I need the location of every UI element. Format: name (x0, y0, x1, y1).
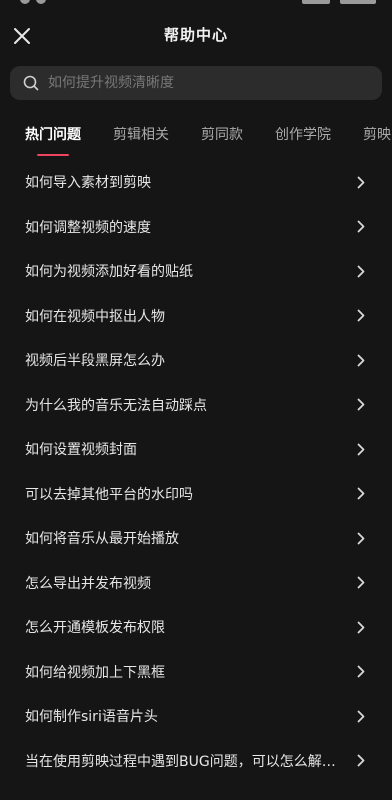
faq-item[interactable]: 如何将音乐从最开始播放 (0, 516, 392, 561)
faq-item[interactable]: 当在使用剪映过程中遇到BUG问题，可以怎么解决？ (0, 739, 392, 784)
chevron-right-icon (356, 442, 366, 456)
faq-item[interactable]: 怎么导出并发布视频 (0, 561, 392, 606)
search-input[interactable] (48, 75, 372, 91)
chevron-right-icon (356, 398, 366, 412)
faq-label: 视频后半段黑屏怎么办 (25, 353, 165, 370)
faq-item[interactable]: 为什么我的音乐无法自动踩点 (0, 383, 392, 428)
faq-label: 如何制作siri语音片头 (25, 709, 158, 726)
faq-label: 如何给视频加上下黑框 (25, 664, 165, 681)
chevron-right-icon (356, 620, 366, 634)
search-icon (22, 74, 40, 92)
status-bar (0, 0, 392, 8)
tab-templates[interactable]: 剪同款 (201, 124, 243, 144)
search-box[interactable] (10, 66, 382, 100)
chevron-right-icon (356, 220, 366, 234)
chevron-right-icon (356, 353, 366, 367)
faq-item[interactable]: 如何导入素材到剪映 (0, 160, 392, 205)
status-icon (36, 0, 46, 4)
active-tab-indicator (37, 154, 69, 156)
faq-label: 如何导入素材到剪映 (25, 175, 151, 192)
faq-item[interactable]: 可以去掉其他平台的水印吗 (0, 472, 392, 517)
faq-item[interactable]: 如何给视频加上下黑框 (0, 650, 392, 695)
faq-item[interactable]: 如何制作siri语音片头 (0, 694, 392, 739)
faq-item[interactable]: 视频后半段黑屏怎么办 (0, 338, 392, 383)
chevron-right-icon (356, 576, 366, 590)
tab-hot-questions[interactable]: 热门问题 (25, 124, 81, 144)
faq-label: 如何在视频中抠出人物 (25, 308, 165, 325)
chevron-right-icon (356, 531, 366, 545)
chevron-right-icon (356, 175, 366, 189)
chevron-right-icon (356, 665, 366, 679)
tab-editing[interactable]: 剪辑相关 (113, 124, 169, 144)
chevron-right-icon (356, 264, 366, 278)
chevron-right-icon (356, 487, 366, 501)
chevron-right-icon (356, 709, 366, 723)
category-tabs: 热门问题 剪辑相关 剪同款 创作学院 剪映 (0, 116, 392, 156)
tab-capcut[interactable]: 剪映 (363, 124, 391, 144)
faq-item[interactable]: 怎么开通模板发布权限 (0, 605, 392, 650)
faq-label: 怎么导出并发布视频 (25, 575, 151, 592)
faq-label: 怎么开通模板发布权限 (25, 620, 165, 637)
signal-icon (302, 0, 330, 4)
chevron-right-icon (356, 754, 366, 768)
header: 帮助中心 (0, 14, 392, 58)
faq-list: 如何导入素材到剪映 如何调整视频的速度 如何为视频添加好看的贴纸 如何在视频中抠… (0, 160, 392, 783)
faq-item[interactable]: 如何设置视频封面 (0, 427, 392, 472)
page-title: 帮助中心 (163, 26, 228, 44)
faq-item[interactable]: 如何为视频添加好看的贴纸 (0, 249, 392, 294)
faq-label: 如何设置视频封面 (25, 442, 137, 459)
faq-item[interactable]: 如何在视频中抠出人物 (0, 294, 392, 339)
faq-label: 如何调整视频的速度 (25, 219, 151, 236)
tab-creator-academy[interactable]: 创作学院 (275, 124, 331, 144)
faq-label: 当在使用剪映过程中遇到BUG问题，可以怎么解决？ (25, 753, 344, 770)
faq-label: 如何为视频添加好看的贴纸 (25, 264, 193, 281)
status-icon (20, 0, 30, 4)
chevron-right-icon (356, 309, 366, 323)
faq-item[interactable]: 如何调整视频的速度 (0, 205, 392, 250)
faq-label: 如何将音乐从最开始播放 (25, 531, 179, 548)
battery-icon (340, 0, 376, 4)
faq-label: 为什么我的音乐无法自动踩点 (25, 397, 207, 414)
faq-label: 可以去掉其他平台的水印吗 (25, 486, 193, 503)
